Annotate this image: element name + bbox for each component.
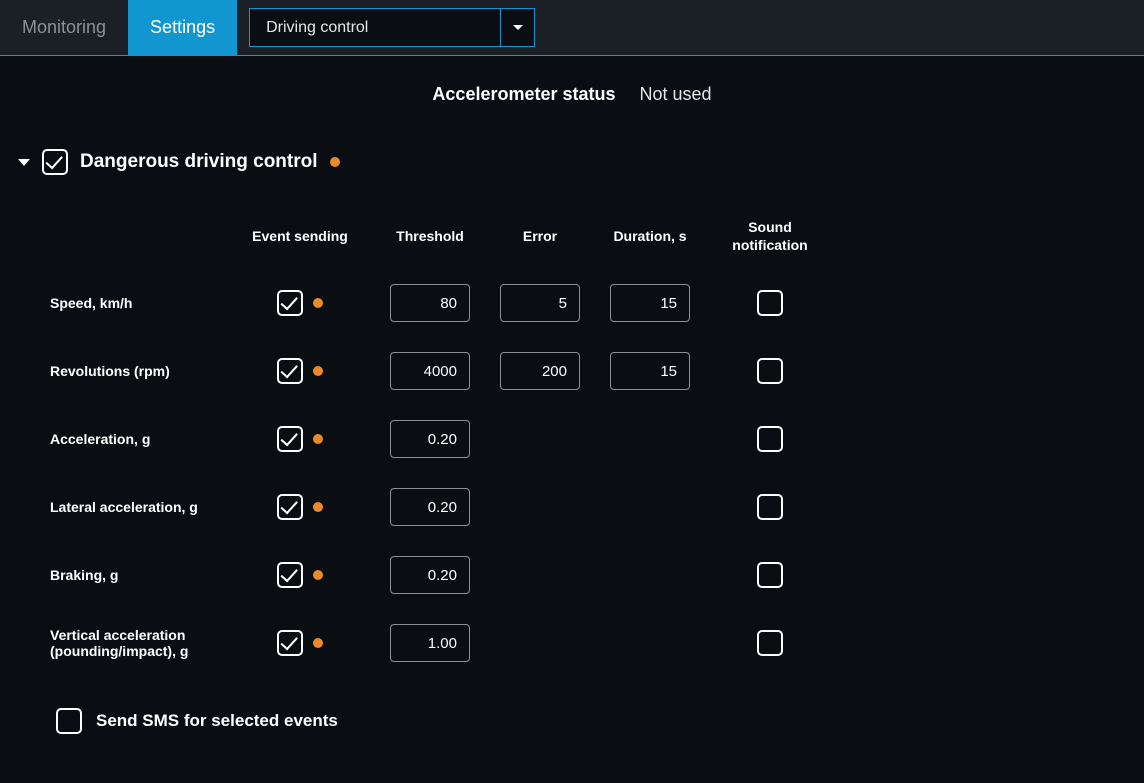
accelerometer-status-label: Accelerometer status: [432, 84, 615, 105]
column-header: Event sending: [230, 228, 370, 246]
threshold-input[interactable]: [390, 420, 470, 458]
sound-notification-checkbox[interactable]: [757, 630, 783, 656]
modified-indicator-icon: [313, 638, 323, 648]
sound-notification-checkbox[interactable]: [757, 562, 783, 588]
column-header: Error: [490, 228, 590, 246]
duration-input[interactable]: [610, 284, 690, 322]
sound-notification-checkbox[interactable]: [757, 290, 783, 316]
settings-dropdown-toggle[interactable]: [500, 9, 534, 46]
event-sending-cell: [230, 426, 370, 452]
event-sending-checkbox[interactable]: [277, 290, 303, 316]
row-label: Acceleration, g: [50, 431, 230, 447]
modified-indicator-icon: [313, 366, 323, 376]
modified-indicator-icon: [313, 502, 323, 512]
column-header: Threshold: [370, 228, 490, 246]
column-header: Duration, s: [590, 228, 710, 246]
event-sending-cell: [230, 562, 370, 588]
duration-input[interactable]: [610, 352, 690, 390]
section-title: Dangerous driving control: [80, 151, 318, 173]
event-sending-checkbox[interactable]: [277, 630, 303, 656]
threshold-input[interactable]: [390, 556, 470, 594]
row-label: Speed, km/h: [50, 295, 230, 311]
row-label: Lateral acceleration, g: [50, 499, 230, 515]
top-bar: Monitoring Settings Driving control: [0, 0, 1144, 56]
dangerous-driving-checkbox[interactable]: [42, 149, 68, 175]
row-label: Revolutions (rpm): [50, 363, 230, 379]
settings-dropdown[interactable]: Driving control: [249, 8, 535, 47]
accelerometer-status-value: Not used: [640, 84, 712, 105]
event-sending-cell: [230, 358, 370, 384]
sound-notification-checkbox[interactable]: [757, 494, 783, 520]
event-sending-cell: [230, 630, 370, 656]
event-sending-cell: [230, 494, 370, 520]
settings-table: Event sendingThresholdErrorDuration, sSo…: [0, 175, 1144, 662]
threshold-input[interactable]: [390, 284, 470, 322]
event-sending-cell: [230, 290, 370, 316]
error-input[interactable]: [500, 352, 580, 390]
section-header: Dangerous driving control: [0, 115, 1144, 175]
threshold-input[interactable]: [390, 488, 470, 526]
event-sending-checkbox[interactable]: [277, 562, 303, 588]
send-sms-checkbox[interactable]: [56, 708, 82, 734]
send-sms-label: Send SMS for selected events: [96, 711, 338, 731]
tab-settings[interactable]: Settings: [128, 0, 237, 55]
modified-indicator-icon: [313, 434, 323, 444]
row-label: Vertical acceleration (pounding/impact),…: [50, 627, 230, 659]
sound-notification-checkbox[interactable]: [757, 358, 783, 384]
expand-toggle-icon[interactable]: [18, 159, 30, 166]
accelerometer-status-row: Accelerometer status Not used: [0, 56, 1144, 115]
modified-indicator-icon: [330, 157, 340, 167]
modified-indicator-icon: [313, 298, 323, 308]
modified-indicator-icon: [313, 570, 323, 580]
send-sms-row: Send SMS for selected events: [0, 662, 1144, 734]
settings-dropdown-label: Driving control: [250, 9, 500, 46]
threshold-input[interactable]: [390, 624, 470, 662]
sound-notification-checkbox[interactable]: [757, 426, 783, 452]
tab-monitoring[interactable]: Monitoring: [0, 0, 128, 55]
event-sending-checkbox[interactable]: [277, 426, 303, 452]
column-header: Sound notification: [710, 219, 830, 254]
event-sending-checkbox[interactable]: [277, 358, 303, 384]
caret-down-icon: [513, 25, 523, 30]
threshold-input[interactable]: [390, 352, 470, 390]
error-input[interactable]: [500, 284, 580, 322]
event-sending-checkbox[interactable]: [277, 494, 303, 520]
row-label: Braking, g: [50, 567, 230, 583]
